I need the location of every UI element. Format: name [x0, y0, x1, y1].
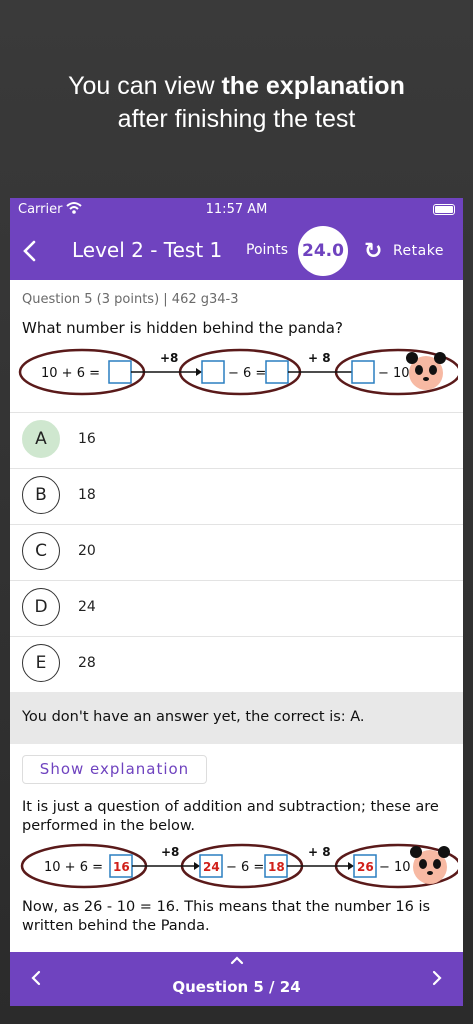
chevron-up-icon — [230, 956, 243, 965]
battery-icon — [433, 204, 455, 215]
option-c[interactable]: C 20 — [10, 524, 463, 580]
efig-box-1: 16 — [113, 860, 130, 874]
fig-step-1: +8 — [160, 351, 178, 365]
efig-box-2: 24 — [203, 860, 220, 874]
chevron-left-icon — [23, 240, 36, 262]
efig-step-1: +8 — [161, 845, 179, 859]
points-badge: 24.0 — [298, 226, 348, 276]
retake-button[interactable]: ↻ Retake — [364, 235, 444, 267]
panda-icon — [410, 846, 450, 884]
promo-highlight: the explanation — [221, 72, 405, 100]
option-letter: C — [22, 532, 60, 570]
answer-notice: You don't have an answer yet, the correc… — [10, 692, 463, 744]
option-letter: A — [22, 420, 60, 458]
question-figure: 10 + 6 = +8 − 6 = + 8 − 10 = — [18, 348, 458, 396]
option-letter: D — [22, 588, 60, 626]
option-a[interactable]: A 16 — [10, 412, 463, 468]
status-time: 11:57 AM — [205, 202, 268, 217]
retake-label: Retake — [392, 243, 444, 259]
option-d[interactable]: D 24 — [10, 580, 463, 636]
efig-eq-2: − 6 = — [226, 860, 264, 875]
expand-question-list-button[interactable] — [10, 952, 463, 972]
option-value: 16 — [78, 431, 96, 447]
answer-notice-text: You don't have an answer yet, the correc… — [22, 709, 365, 725]
bottom-nav-bar: Question 5 / 24 — [10, 952, 463, 1006]
app-bar: Level 2 - Test 1 Points 24.0 ↻ Retake — [10, 222, 463, 280]
option-value: 24 — [78, 599, 96, 615]
points-label: Points — [246, 242, 289, 258]
fig-eq-2: − 6 = — [228, 366, 266, 381]
option-value: 28 — [78, 655, 96, 671]
efig-eq-1: 10 + 6 = — [44, 860, 103, 875]
back-button[interactable] — [20, 232, 50, 270]
status-bar: Carrier 11:57 AM — [10, 198, 463, 222]
fig-step-2: + 8 — [308, 351, 331, 365]
efig-box-4: 26 — [357, 860, 374, 874]
option-e[interactable]: E 28 — [10, 636, 463, 692]
question-meta: Question 5 (3 points) | 462 g34-3 — [22, 292, 239, 307]
option-value: 20 — [78, 543, 96, 559]
show-explanation-button[interactable]: Show explanation — [22, 755, 207, 784]
efig-box-3: 18 — [268, 860, 285, 874]
explanation-text-2: Now, as 26 - 10 = 16. This means that th… — [22, 899, 431, 934]
promo-line-2: after finishing the test — [117, 105, 356, 133]
promo-line-1: You can view the explanation — [68, 72, 405, 100]
refresh-icon: ↻ — [364, 239, 383, 264]
option-letter: B — [22, 476, 60, 514]
page-title: Level 2 - Test 1 — [72, 238, 223, 262]
fig-eq-1: 10 + 6 = — [41, 366, 100, 381]
question-counter: Question 5 / 24 — [172, 978, 301, 996]
explanation-text-1: It is just a question of addition and su… — [22, 799, 439, 834]
promo-caption: You can view the explanation after finis… — [0, 70, 473, 136]
efig-step-2: + 8 — [308, 845, 331, 859]
chevron-right-icon — [432, 970, 442, 986]
explanation-figure: 10 + 6 = 16 +8 24 − 6 = 18 + 8 26 − 10 = — [20, 843, 458, 889]
question-text: What number is hidden behind the panda? — [22, 319, 343, 337]
phone-screen: Carrier 11:57 AM Level 2 - Test 1 Points… — [10, 198, 463, 1006]
panda-icon — [406, 352, 446, 390]
option-b[interactable]: B 18 — [10, 468, 463, 524]
next-question-button[interactable] — [431, 968, 443, 993]
option-value: 18 — [78, 487, 96, 503]
option-letter: E — [22, 644, 60, 682]
